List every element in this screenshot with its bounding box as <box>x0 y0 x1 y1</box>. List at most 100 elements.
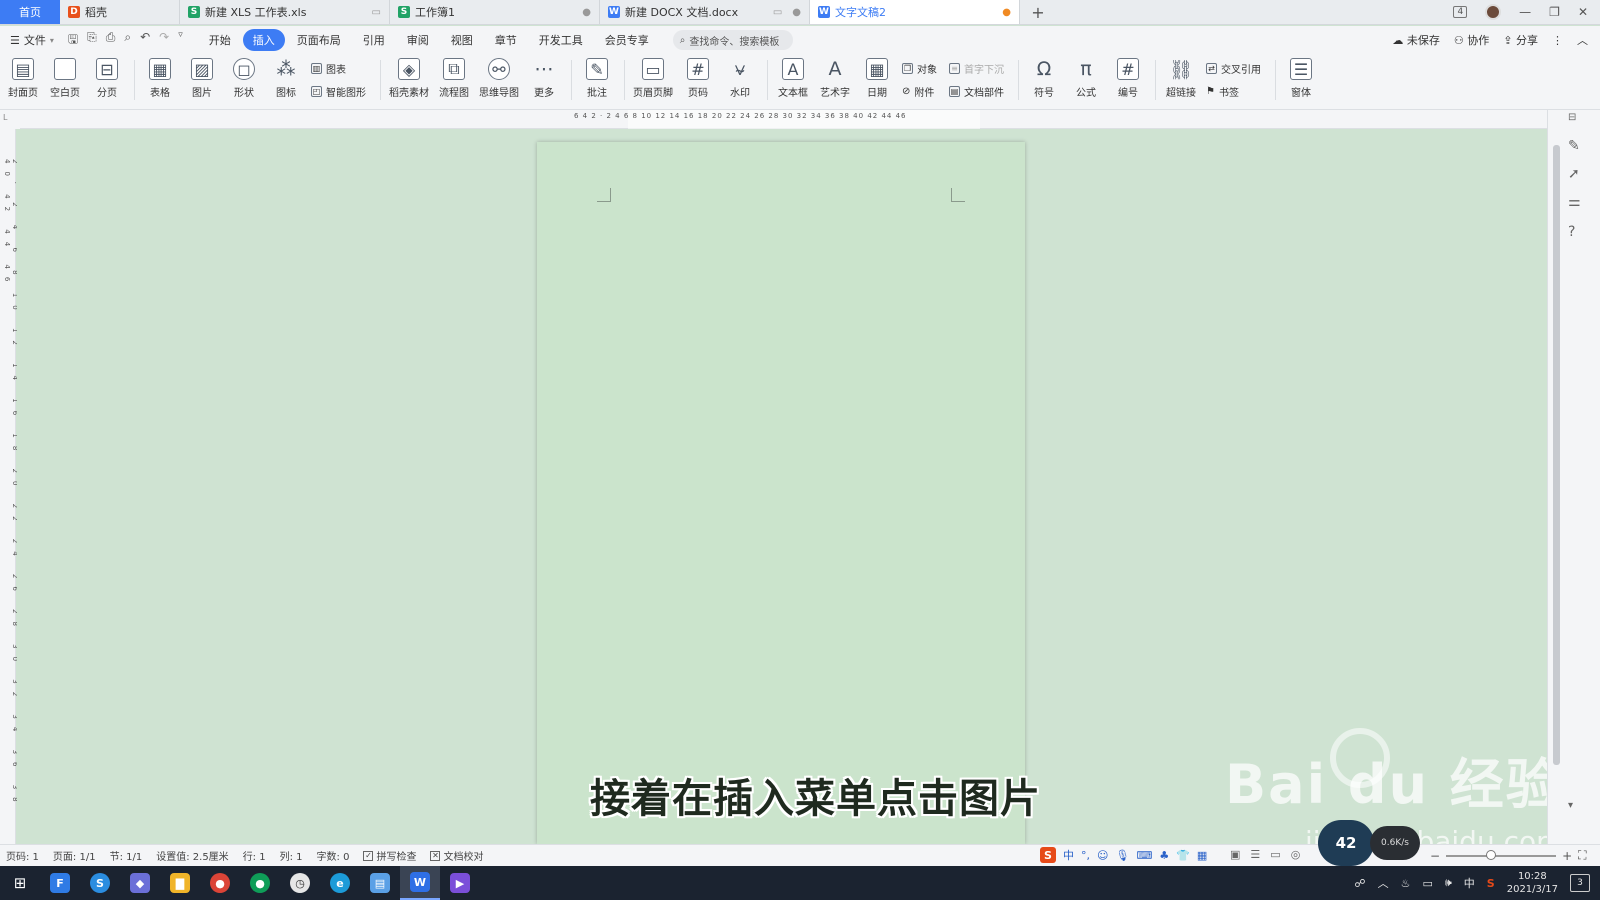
tray-expand-icon[interactable]: ︿ <box>1378 875 1389 891</box>
menu-references[interactable]: 引用 <box>353 29 395 51</box>
windows-start-icon[interactable]: ⊞ <box>0 874 40 892</box>
avatar[interactable] <box>1485 4 1502 20</box>
taskbar-app[interactable]: ▤ <box>360 866 400 900</box>
taskbar-app[interactable]: S <box>80 866 120 900</box>
taskbar-app[interactable]: ● <box>200 866 240 900</box>
doc-proof-button[interactable]: ✕ 文档校对 <box>430 848 483 863</box>
doc-parts-button[interactable]: ▤ 文档部件 <box>949 84 1004 99</box>
tab-docx[interactable]: W 新建 DOCX 文档.docx ▭ ● <box>600 0 810 24</box>
redo-icon[interactable]: ↷ <box>159 30 169 51</box>
numbering-button[interactable]: # 编号 <box>1111 58 1145 99</box>
table-button[interactable]: ▦ 表格 <box>143 58 177 99</box>
taskbar-app[interactable]: F <box>40 866 80 900</box>
status-page-number[interactable]: 页码: 1 <box>6 848 39 863</box>
tray-app-icon[interactable]: ♨ <box>1401 877 1411 890</box>
menu-review[interactable]: 审阅 <box>397 29 439 51</box>
page-number-button[interactable]: # 页码 <box>681 58 715 99</box>
outline-view-icon[interactable]: ☰ <box>1250 848 1260 861</box>
spell-check-toggle[interactable]: ✓ 拼写检查 <box>363 848 416 863</box>
tab-home[interactable]: 首页 <box>0 0 60 24</box>
hyperlink-button[interactable]: ⛓ 超链接 <box>1164 58 1198 100</box>
collab-button[interactable]: ⚇ 协作 <box>1454 32 1489 48</box>
save-icon[interactable]: 🖫 <box>68 30 78 51</box>
sogou-ime-icon[interactable]: S <box>1040 847 1056 863</box>
formula-button[interactable]: π 公式 <box>1069 58 1103 99</box>
settings-sliders-icon[interactable]: ⚌ <box>1568 194 1581 210</box>
cursor-icon[interactable]: ➚ <box>1568 166 1580 182</box>
zoom-slider-knob[interactable] <box>1486 849 1497 860</box>
page-view-icon[interactable]: ▣ <box>1230 848 1240 861</box>
flowchart-button[interactable]: ⧉ 流程图 <box>437 58 471 99</box>
taskbar-app[interactable]: ◷ <box>280 866 320 900</box>
customize-chevron-icon[interactable]: ▿ <box>178 30 183 51</box>
smart-art-button[interactable]: ◰ 智能图形 <box>311 84 366 99</box>
drop-cap-button[interactable]: ≡ 首字下沉 <box>949 61 1004 76</box>
mic-icon[interactable]: 🎙 <box>1115 849 1129 862</box>
menu-section[interactable]: 章节 <box>485 29 527 51</box>
tab-workbook[interactable]: S 工作簿1 ● <box>390 0 600 24</box>
status-words[interactable]: 字数: 0 <box>317 848 350 863</box>
status-pages[interactable]: 页面: 1/1 <box>53 848 96 863</box>
horizontal-ruler[interactable]: 6 4 2 · 2 4 6 8 10 12 14 16 18 20 22 24 … <box>20 110 1560 129</box>
sogou-tray-icon[interactable]: S <box>1487 877 1495 890</box>
emoji-icon[interactable]: ☺ <box>1097 849 1108 862</box>
date-button[interactable]: ▦ 日期 <box>860 58 894 99</box>
more-button[interactable]: ⋯ 更多 <box>527 58 561 99</box>
tab-xls[interactable]: S 新建 XLS 工作表.xls ▭ <box>180 0 390 24</box>
mindmap-button[interactable]: ⚯ 思维导图 <box>479 58 519 99</box>
shape-button[interactable]: ◻ 形状 <box>227 58 261 99</box>
monitor-icon[interactable]: ▭ <box>773 7 782 18</box>
notification-center-icon[interactable]: 3 <box>1570 874 1590 892</box>
undo-icon[interactable]: ↶ <box>140 30 150 51</box>
monitor-icon[interactable]: ▭ <box>372 7 381 18</box>
menu-page-layout[interactable]: 页面布局 <box>287 29 351 51</box>
menu-home[interactable]: 开始 <box>199 29 241 51</box>
cover-page-button[interactable]: ▤ 封面页 <box>6 58 40 99</box>
icons-button[interactable]: ⁂ 图标 <box>269 58 303 99</box>
blank-page-button[interactable]: 空白页 <box>48 58 82 99</box>
ruler-corner[interactable]: L <box>0 110 20 129</box>
taskbar-app[interactable]: ▶ <box>440 866 480 900</box>
tray-ime-lang[interactable]: 中 <box>1464 875 1475 891</box>
menu-view[interactable]: 视图 <box>441 29 483 51</box>
skin-icon[interactable]: ♣ <box>1159 849 1169 862</box>
zoom-out-icon[interactable]: − <box>1430 849 1440 863</box>
floating-badge[interactable]: 42 <box>1318 820 1374 866</box>
object-button[interactable]: ❐ 对象 <box>902 61 937 76</box>
unsaved-button[interactable]: ☁ 未保存 <box>1392 32 1440 48</box>
taskbar-app-active[interactable]: W <box>400 866 440 900</box>
print-preview-icon[interactable]: ⌕ <box>124 30 131 51</box>
page-down-icon[interactable]: ▾ <box>1568 800 1573 811</box>
ime-punct[interactable]: °, <box>1081 849 1090 862</box>
file-menu[interactable]: ☰ 文件 ▾ <box>10 32 54 48</box>
volume-icon[interactable]: 🕪 <box>1445 876 1452 890</box>
symbol-button[interactable]: Ω 符号 <box>1027 58 1061 99</box>
comment-button[interactable]: ✎ 批注 <box>580 58 614 99</box>
help-icon[interactable]: ? <box>1568 224 1575 240</box>
header-footer-button[interactable]: ▭ 页眉页脚 <box>633 58 673 99</box>
command-search-input[interactable]: ⌕ 查找命令、搜索模板 <box>672 30 793 50</box>
print-icon[interactable]: ⎙ <box>106 30 116 51</box>
network-icon[interactable]: ▭ <box>1422 877 1432 890</box>
taskbar-app[interactable]: ▇ <box>160 866 200 900</box>
status-section[interactable]: 节: 1/1 <box>110 848 143 863</box>
cross-reference-button[interactable]: ⇄ 交叉引用 <box>1206 61 1261 76</box>
taskbar-app[interactable]: e <box>320 866 360 900</box>
shirt-icon[interactable]: 👕 <box>1176 849 1190 862</box>
close-icon[interactable]: ✕ <box>1578 5 1588 19</box>
web-view-icon[interactable]: ▭ <box>1270 848 1280 861</box>
taskbar-app[interactable]: ● <box>240 866 280 900</box>
fullscreen-icon[interactable]: ⛶ <box>1578 848 1586 863</box>
taskbar-app[interactable]: ◆ <box>120 866 160 900</box>
tab-docer[interactable]: D 稻壳 <box>60 0 180 24</box>
menu-insert[interactable]: 插入 <box>242 29 285 51</box>
new-tab-button[interactable]: + <box>1020 0 1056 24</box>
tab-writer-doc2[interactable]: W 文字文稿2 ● <box>810 0 1020 24</box>
docer-material-button[interactable]: ◈ 稻壳素材 <box>389 58 429 99</box>
taskbar-clock[interactable]: 10:28 2021/3/17 <box>1507 870 1558 896</box>
page-break-button[interactable]: ⊟ 分页 <box>90 58 124 99</box>
read-view-icon[interactable]: ◎ <box>1291 848 1301 861</box>
status-setting[interactable]: 设置值: 2.5厘米 <box>156 848 228 863</box>
share-button[interactable]: ⇪ 分享 <box>1503 32 1538 48</box>
watermark-button[interactable]: ⍱ 水印 <box>723 58 757 99</box>
